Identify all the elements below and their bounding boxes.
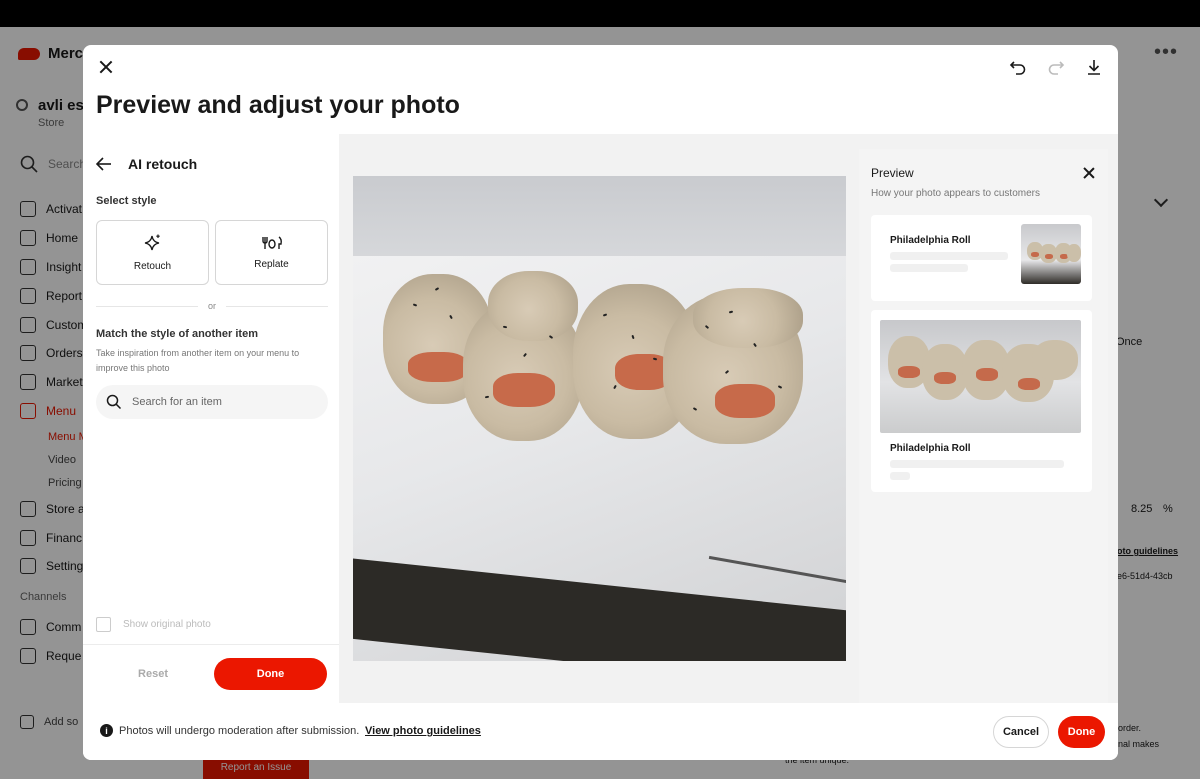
skeleton-line: [890, 264, 968, 272]
show-original-label: Show original photo: [123, 619, 211, 630]
page-title: Preview and adjust your photo: [96, 91, 460, 119]
skeleton-line: [890, 472, 910, 480]
item-search-placeholder: Search for an item: [132, 396, 222, 408]
preview-item-name: Philadelphia Roll: [890, 443, 971, 454]
redo-icon[interactable]: [1046, 57, 1066, 77]
panel-heading: AI retouch: [128, 156, 198, 172]
show-original-checkbox[interactable]: [96, 617, 111, 632]
preview-list-card: Philadelphia Roll: [871, 215, 1092, 301]
panel-footer: Reset Done: [83, 644, 339, 703]
preview-title: Preview: [871, 166, 914, 180]
modal-footer: i Photos will undergo moderation after s…: [83, 703, 1118, 760]
skeleton-line: [890, 460, 1064, 468]
select-style-label: Select style: [96, 195, 157, 207]
cancel-button[interactable]: Cancel: [993, 716, 1049, 748]
close-preview-icon[interactable]: [1082, 166, 1096, 180]
moderation-notice: Photos will undergo moderation after sub…: [119, 725, 360, 737]
photo-canvas: Preview How your photo appears to custom…: [339, 134, 1118, 703]
preview-thumbnail: [1021, 224, 1081, 284]
divider-line: [226, 305, 329, 307]
download-icon[interactable]: [1084, 57, 1104, 77]
info-icon: i: [100, 724, 113, 737]
preview-item-name: Philadelphia Roll: [890, 235, 971, 246]
or-divider: or: [96, 300, 329, 312]
preview-subtitle: How your photo appears to customers: [871, 188, 1040, 199]
style-option-label: Replate: [254, 259, 289, 270]
sparkle-icon: [144, 234, 160, 251]
photo-guidelines-link[interactable]: View photo guidelines: [365, 725, 481, 737]
customer-preview-panel: Preview How your photo appears to custom…: [859, 149, 1108, 703]
style-option-retouch[interactable]: Retouch: [96, 220, 209, 285]
utensils-icon: [261, 236, 282, 249]
skeleton-line: [890, 252, 1008, 260]
back-arrow-icon[interactable]: [96, 155, 114, 173]
header-actions: [1008, 57, 1104, 77]
search-icon: [106, 394, 122, 410]
preview-hero-image: [880, 320, 1081, 433]
or-text: or: [208, 301, 217, 311]
match-style-description: Take inspiration from another item on yo…: [96, 348, 300, 373]
preview-detail-card: Philadelphia Roll: [871, 310, 1092, 492]
photo-adjust-modal: Preview and adjust your photo AI retouch…: [83, 45, 1118, 760]
item-search-input[interactable]: Search for an item: [96, 385, 328, 419]
close-icon[interactable]: [95, 57, 117, 79]
divider-line: [96, 305, 198, 307]
done-button[interactable]: Done: [1058, 716, 1105, 748]
reset-button[interactable]: Reset: [103, 659, 203, 689]
ai-retouch-panel: AI retouch Select style Retouch Replate …: [83, 134, 339, 703]
undo-icon[interactable]: [1008, 57, 1028, 77]
modal-body: AI retouch Select style Retouch Replate …: [83, 134, 1118, 703]
sushi-roll: [693, 288, 803, 348]
panel-header: AI retouch: [96, 155, 197, 173]
match-style-title: Match the style of another item: [96, 328, 258, 340]
food-photo[interactable]: [353, 176, 846, 661]
panel-done-button[interactable]: Done: [214, 658, 327, 690]
style-option-label: Retouch: [133, 261, 172, 272]
style-option-replate[interactable]: Replate: [215, 220, 328, 285]
show-original-toggle[interactable]: Show original photo: [96, 617, 211, 632]
sushi-roll: [488, 271, 578, 341]
